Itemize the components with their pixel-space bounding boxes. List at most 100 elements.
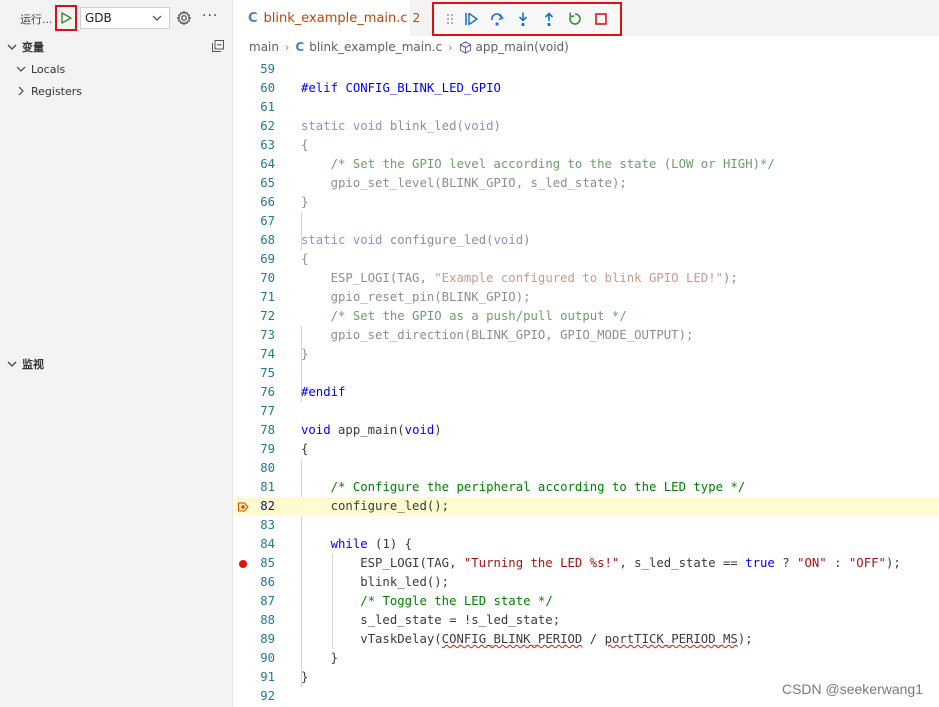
code-line: 70 ESP_LOGI(TAG, "Example configured to … xyxy=(234,269,939,288)
line-number: 87 xyxy=(260,594,275,608)
code-line: 75 xyxy=(234,364,939,383)
drag-grip-icon[interactable] xyxy=(446,12,454,26)
line-source: vTaskDelay(CONFIG_BLINK_PERIOD / portTIC… xyxy=(301,632,753,646)
tree-item-registers[interactable]: Registers xyxy=(0,80,233,102)
run-label: 运行... xyxy=(20,13,53,26)
watch-section-header[interactable]: 监视 xyxy=(0,353,233,375)
line-number: 61 xyxy=(260,100,275,114)
line-source: /* Toggle the LED state */ xyxy=(360,594,553,608)
line-source: while (1) { xyxy=(330,537,413,551)
line-number: 81 xyxy=(260,480,275,494)
line-number: 69 xyxy=(260,252,275,266)
line-number: 64 xyxy=(260,157,275,171)
chevron-down-icon xyxy=(16,66,26,72)
code-line: 83 xyxy=(234,516,939,535)
line-number: 79 xyxy=(260,442,275,456)
line-source: /* Set the GPIO as a push/pull output */ xyxy=(330,309,627,323)
line-number: 90 xyxy=(260,651,275,665)
code-line: 60 #elif CONFIG_BLINK_LED_GPIO xyxy=(234,79,939,98)
line-number: 84 xyxy=(260,537,275,551)
step-into-button[interactable] xyxy=(514,10,532,28)
line-number: 70 xyxy=(260,271,275,285)
code-line: 87 /* Toggle the LED state */ xyxy=(234,592,939,611)
watch-title: 监视 xyxy=(22,358,44,371)
c-file-icon: C xyxy=(248,10,258,26)
start-debugging-button[interactable] xyxy=(55,5,77,31)
breadcrumb: main › C blink_example_main.c › app_main… xyxy=(234,36,939,58)
tab-filename: blink_example_main.c xyxy=(263,10,408,26)
line-number: 76 xyxy=(260,385,275,399)
stop-icon xyxy=(595,13,607,25)
stop-button[interactable] xyxy=(592,10,610,28)
debug-config-select[interactable]: GDB xyxy=(80,7,170,29)
step-over-button[interactable] xyxy=(488,10,506,28)
breadcrumb-file[interactable]: blink_example_main.c xyxy=(309,40,442,54)
chevron-right-icon: › xyxy=(448,40,453,54)
code-line: 62 static void blink_led(void) xyxy=(234,117,939,136)
line-source: blink_led(); xyxy=(301,575,450,589)
step-out-icon xyxy=(544,12,554,27)
chevron-right-icon: › xyxy=(284,40,290,54)
tree-item-locals[interactable]: Locals xyxy=(0,58,233,80)
line-source: { xyxy=(301,252,309,266)
line-source: gpio_set_level(BLINK_GPIO, s_led_state); xyxy=(301,176,627,190)
gear-icon[interactable] xyxy=(176,10,192,26)
line-source: { xyxy=(301,138,309,152)
line-source: static void blink_led(void) xyxy=(301,119,501,133)
code-line: 69 { xyxy=(234,250,939,269)
line-number: 89 xyxy=(260,632,275,646)
variables-title: 变量 xyxy=(22,41,44,54)
line-number: 80 xyxy=(260,461,275,475)
code-line: 66} xyxy=(234,193,939,212)
restart-icon xyxy=(569,12,581,25)
code-line: 76 #endif xyxy=(234,383,939,402)
current-execution-line: 82 configure_led(); xyxy=(234,497,939,516)
line-source: } xyxy=(301,195,309,209)
debug-toolbar xyxy=(432,2,622,36)
line-number: 67 xyxy=(260,214,275,228)
code-line: 84 while (1) { xyxy=(234,535,939,554)
tree-item-label: Registers xyxy=(31,84,83,98)
step-out-button[interactable] xyxy=(540,10,558,28)
line-source: s_led_state = !s_led_state; xyxy=(301,613,561,627)
line-number: 60 xyxy=(260,81,275,95)
breakpoint-line: 85 ESP_LOGI(TAG, "Turning the LED %s!", … xyxy=(234,554,939,573)
line-number: 85 xyxy=(260,556,275,570)
line-number: 71 xyxy=(260,290,275,304)
line-source: gpio_reset_pin(BLINK_GPIO); xyxy=(301,290,531,304)
line-source: ESP_LOGI(TAG, "Example configured to bli… xyxy=(301,271,738,285)
line-number: 77 xyxy=(260,404,275,418)
continue-button[interactable] xyxy=(462,10,480,28)
restart-button[interactable] xyxy=(566,10,584,28)
more-actions-icon[interactable]: ··· xyxy=(202,8,218,24)
line-number: 91 xyxy=(260,670,275,684)
line-number: 65 xyxy=(260,176,275,190)
line-source: static void configure_led(void) xyxy=(301,233,531,247)
collapse-all-icon[interactable] xyxy=(211,39,225,53)
watermark: CSDN @seekerwang1 xyxy=(781,681,923,697)
line-source: #elif CONFIG_BLINK_LED_GPIO xyxy=(301,81,501,95)
line-source: /* Configure the peripheral according to… xyxy=(330,480,746,494)
line-number: 66 xyxy=(260,195,275,209)
tree-item-label: Locals xyxy=(31,62,66,76)
line-number: 82 xyxy=(260,499,275,513)
code-line: 68 static void configure_led(void) xyxy=(234,231,939,250)
c-file-icon: C xyxy=(295,40,305,54)
code-editor[interactable]: 59 60 #elif CONFIG_BLINK_LED_GPIO 61 62 st… xyxy=(234,60,939,707)
problem-count-badge: 2 xyxy=(412,11,421,25)
breadcrumb-symbol[interactable]: app_main(void) xyxy=(476,40,569,54)
play-icon xyxy=(61,12,72,24)
code-line: 88 s_led_state = !s_led_state; xyxy=(234,611,939,630)
code-line: 63 { xyxy=(234,136,939,155)
line-number: 62 xyxy=(260,119,275,133)
line-number: 86 xyxy=(260,575,275,589)
tab-blink-example-main[interactable]: C blink_example_main.c 2 xyxy=(234,0,420,36)
code-line: 90 } xyxy=(234,649,939,668)
line-number: 68 xyxy=(260,233,275,247)
breadcrumb-folder[interactable]: main xyxy=(249,40,279,54)
code-line: 72 /* Set the GPIO as a push/pull output… xyxy=(234,307,939,326)
chevron-down-icon xyxy=(7,361,17,367)
variables-section-header[interactable]: 变量 xyxy=(0,36,233,58)
code-line: 64 /* Set the GPIO level according to th… xyxy=(234,155,939,174)
continue-icon xyxy=(465,12,478,26)
